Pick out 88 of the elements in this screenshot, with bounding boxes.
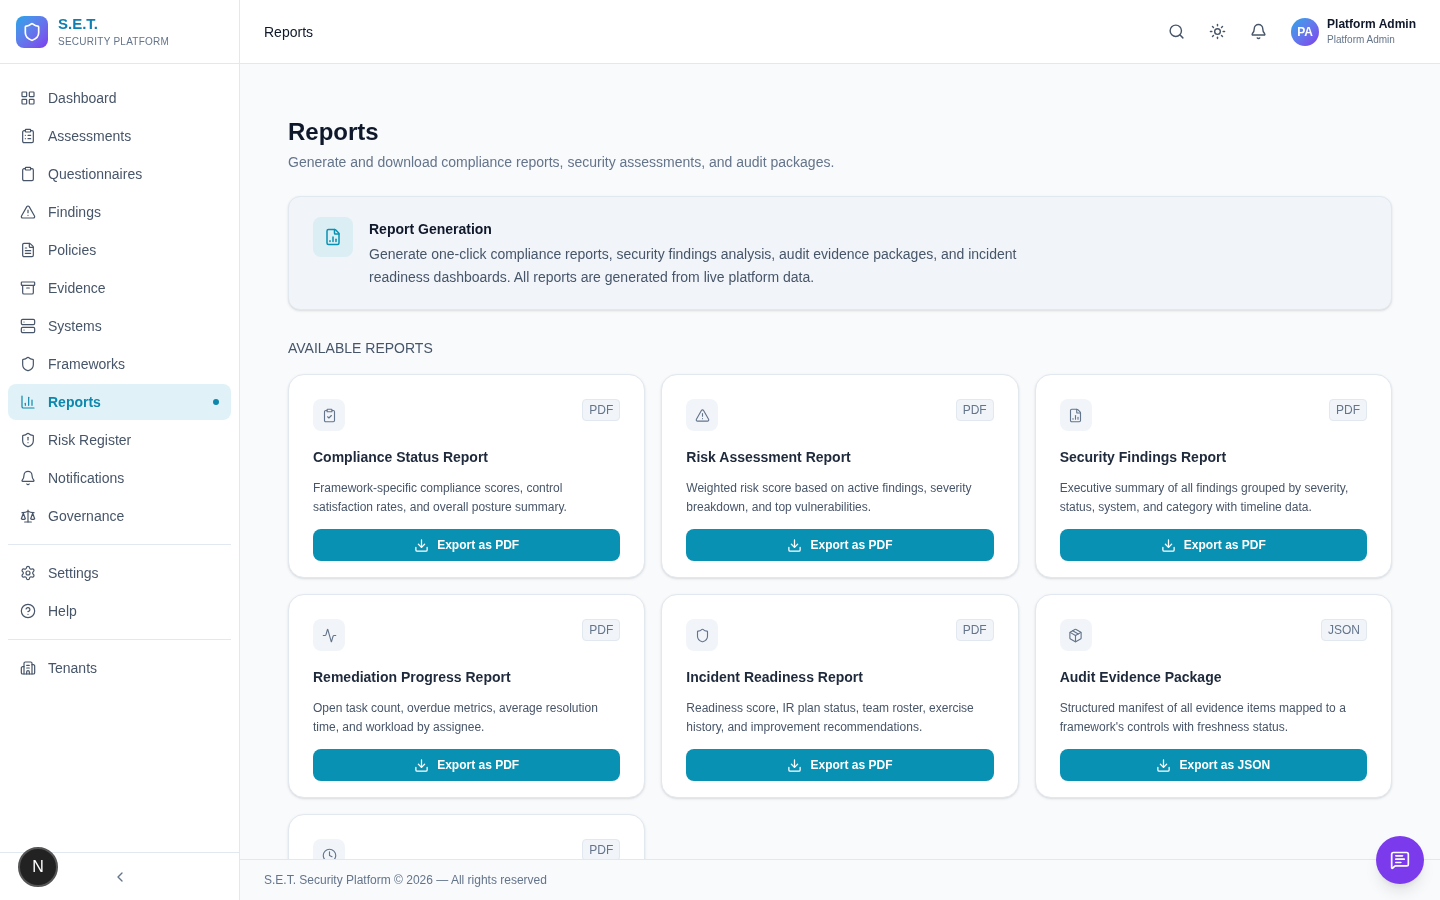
server-icon: [20, 318, 36, 334]
report-title: Incident Readiness Report: [686, 668, 864, 687]
archive-icon: [20, 280, 36, 296]
sidebar-item[interactable]: Risk Register: [8, 422, 231, 458]
report-title: Remediation Progress Report: [313, 668, 512, 687]
document-chart-icon: [1068, 407, 1084, 423]
sidebar-item[interactable]: Questionnaires: [8, 156, 231, 192]
export-button[interactable]: Export as JSON: [1059, 749, 1367, 781]
user-role: Platform Admin: [1327, 33, 1396, 47]
report-description: Open task count, overdue metrics, average resolution time, and workload by assignee.: [313, 700, 599, 736]
download-icon: [1160, 537, 1176, 553]
report-description: Executive summary of all findings grouped by severity, status, system, and category with timeline data.: [1059, 480, 1350, 516]
grid-icon: [20, 90, 36, 106]
report-description: Structured manifest of all evidence items mapped to a framework's controls with freshness status.: [1059, 700, 1347, 736]
clipboard-icon: [20, 166, 36, 182]
format-tag: PDF: [1329, 399, 1367, 421]
brand-name: S.E.T.: [58, 14, 99, 34]
pulse-icon: [321, 627, 337, 643]
shield-icon: [20, 432, 36, 448]
export-button[interactable]: Export as PDF: [686, 749, 994, 781]
download-icon: [787, 537, 803, 553]
chat-icon: [1390, 850, 1410, 870]
building-icon: [20, 660, 36, 676]
download-icon: [414, 757, 430, 773]
header-title: Reports: [264, 22, 315, 42]
shield-icon: [694, 627, 710, 643]
page-title: Reports: [288, 117, 380, 147]
bell-icon: [20, 470, 36, 486]
export-button[interactable]: Export as PDF: [686, 529, 994, 561]
search-icon[interactable]: [1168, 23, 1186, 40]
format-tag: JSON: [1321, 619, 1367, 641]
help-icon: [20, 603, 36, 619]
sidebar-item[interactable]: Dashboard: [8, 80, 231, 116]
report-title: Security Findings Report: [1059, 448, 1228, 467]
sidebar-item[interactable]: Notifications: [8, 460, 231, 496]
page-subtitle: Generate and download compliance reports, security assessments, and audit packages.: [288, 153, 836, 172]
sidebar-item[interactable]: Policies: [8, 232, 231, 268]
warning-icon: [20, 204, 36, 220]
footer-text: S.E.T. Security Platform © 2026 — All rights reserved: [264, 872, 547, 888]
sidebar-item[interactable]: Frameworks: [8, 346, 231, 382]
logo-icon: [16, 15, 48, 48]
report-title: Compliance Status Report: [313, 448, 490, 467]
clock-icon: [321, 847, 337, 859]
format-tag: PDF: [582, 619, 621, 641]
export-button[interactable]: Export as PDF: [1059, 529, 1367, 561]
chat-button[interactable]: [1376, 836, 1424, 884]
report-description: Readiness score, IR plan status, team roster, exercise history, and improvement recommendations.: [686, 700, 975, 736]
box-icon: [1068, 627, 1084, 643]
info-text: Generate one-click compliance reports, security findings analysis, audit evidence packages, and incident readiness dashboards. All reports are generated from live platform data.: [369, 245, 1018, 287]
sun-icon[interactable]: [1209, 23, 1227, 40]
report-title: Audit Evidence Package: [1059, 668, 1223, 687]
format-tag: PDF: [955, 619, 994, 641]
sidebar-item[interactable]: Assessments: [8, 118, 231, 154]
info-title: Report Generation: [369, 220, 493, 239]
document-chart-icon: [324, 228, 342, 246]
download-icon: [787, 757, 803, 773]
sidebar-item[interactable]: Evidence: [8, 270, 231, 306]
download-icon: [414, 537, 430, 553]
dev-badge[interactable]: N: [18, 847, 58, 887]
bell-icon[interactable]: [1250, 23, 1268, 40]
format-tag: PDF: [955, 399, 994, 421]
scale-icon: [20, 508, 36, 524]
user-name: Platform Admin: [1327, 16, 1416, 32]
report-title: Risk Assessment Report: [686, 448, 852, 467]
clipboard-icon: [20, 128, 36, 144]
format-tag: PDF: [582, 399, 621, 421]
report-description: Weighted risk score based on active findings, severity breakdown, and top vulnerabilities.: [686, 480, 973, 516]
bar-chart-icon: [20, 394, 36, 410]
sidebar-item[interactable]: Help: [8, 593, 231, 629]
sidebar-item[interactable]: Reports: [8, 384, 231, 420]
report-description: Framework-specific compliance scores, control satisfaction rates, and overall posture summary.: [313, 480, 568, 516]
sidebar-item[interactable]: Governance: [8, 498, 231, 534]
shield-icon: [20, 356, 36, 372]
format-tag: PDF: [582, 839, 621, 859]
settings-icon: [20, 565, 36, 581]
section-title: AVAILABLE REPORTS: [288, 339, 434, 358]
sidebar-item[interactable]: Systems: [8, 308, 231, 344]
clipboard-icon: [321, 407, 337, 423]
download-icon: [1156, 757, 1172, 773]
sidebar-item[interactable]: Tenants: [8, 650, 231, 686]
export-button[interactable]: Export as PDF: [313, 529, 621, 561]
export-button[interactable]: Export as PDF: [313, 749, 621, 781]
sidebar-item[interactable]: Settings: [8, 555, 231, 591]
brand-tagline: SECURITY PLATFORM: [58, 35, 170, 49]
user-avatar[interactable]: PA: [1291, 17, 1320, 46]
sidebar-item[interactable]: Findings: [8, 194, 231, 230]
document-icon: [20, 242, 36, 258]
warning-icon: [694, 407, 710, 423]
